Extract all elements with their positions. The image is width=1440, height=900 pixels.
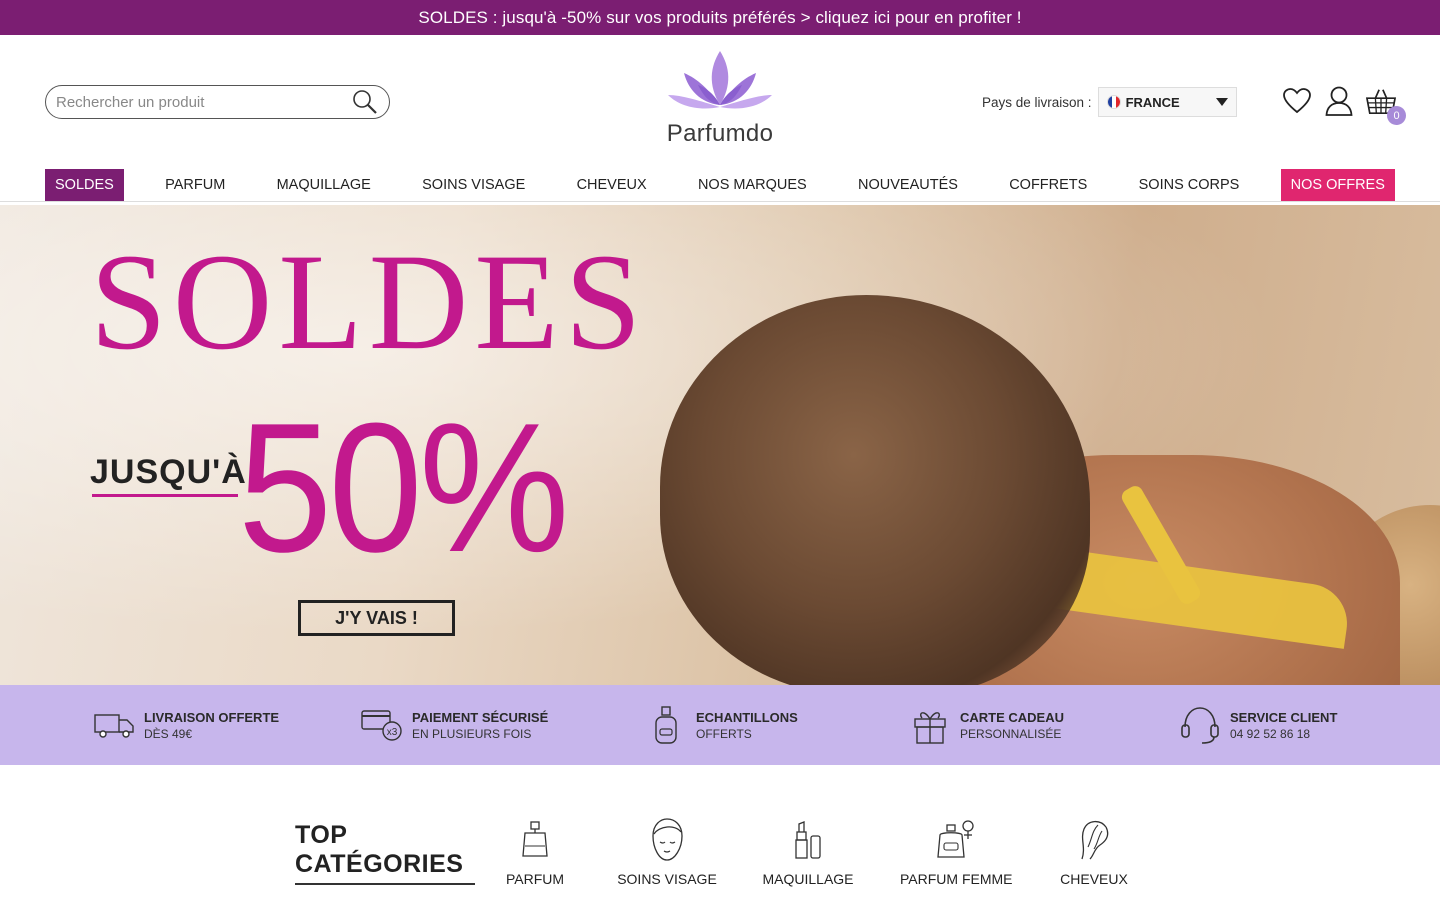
- site-logo[interactable]: Parfumdo: [650, 49, 790, 153]
- category-label: PARFUM FEMME: [900, 871, 1013, 887]
- benefit-subtitle: OFFERTS: [696, 726, 752, 741]
- category-label: MAQUILLAGE: [762, 871, 854, 887]
- benefit-title: PAIEMENT SÉCURISÉ: [412, 709, 549, 725]
- country-select[interactable]: FRANCE: [1097, 87, 1237, 117]
- headset-icon: [1178, 703, 1222, 747]
- nav-item-soins-visage[interactable]: SOINS VISAGE: [412, 169, 535, 201]
- search-box: [45, 85, 390, 119]
- benefit-subtitle: EN PLUSIEURS FOIS: [412, 726, 532, 741]
- category-label: CHEVEUX: [1060, 871, 1128, 887]
- hero-underline: [92, 494, 238, 497]
- face-care-icon: [617, 817, 717, 863]
- hero-upto-text: JUSQU'À: [90, 453, 247, 491]
- category-label: SOINS VISAGE: [617, 871, 717, 887]
- nav-item-parfum[interactable]: PARFUM: [155, 169, 235, 201]
- card-payment-icon: x3: [360, 703, 404, 747]
- category-parfum-femme[interactable]: PARFUM FEMME: [900, 817, 1013, 887]
- benefit-samples[interactable]: ECHANTILLONS OFFERTS: [644, 703, 798, 747]
- lipstick-icon: [760, 817, 856, 863]
- perfume-sample-icon: [644, 703, 688, 747]
- gift-icon: [908, 703, 952, 747]
- category-cheveux[interactable]: CHEVEUX: [1058, 817, 1130, 887]
- nav-item-cheveux[interactable]: CHEVEUX: [567, 169, 657, 201]
- nav-item-nouveautes[interactable]: NOUVEAUTÉS: [848, 169, 968, 201]
- cart-count-badge: 0: [1387, 106, 1406, 125]
- nav-item-coffrets[interactable]: COFFRETS: [999, 169, 1097, 201]
- search-input[interactable]: [56, 93, 351, 111]
- promo-text: SOLDES : jusqu'à -50% sur vos produits p…: [418, 7, 1022, 27]
- benefit-title: LIVRAISON OFFERTE: [144, 709, 280, 725]
- benefit-customer-service[interactable]: SERVICE CLIENT 04 92 52 86 18: [1178, 703, 1337, 747]
- top-categories-heading: TOP CATÉGORIES: [295, 821, 463, 879]
- category-maquillage[interactable]: MAQUILLAGE: [760, 817, 856, 887]
- account-user-icon[interactable]: [1324, 85, 1354, 117]
- category-label: PARFUM: [505, 871, 565, 887]
- top-categories-underline: [295, 883, 475, 885]
- logo-wordmark: Parfumdo: [666, 120, 774, 147]
- benefit-title: ECHANTILLONS: [696, 709, 798, 725]
- header-actions: 0: [1282, 85, 1406, 125]
- hero-banner[interactable]: SOLDES JUSQU'À 50% J'Y VAIS !: [0, 205, 1440, 685]
- category-soins-visage[interactable]: SOINS VISAGE: [617, 817, 717, 887]
- benefit-secure-payment[interactable]: x3 PAIEMENT SÉCURISÉ EN PLUSIEURS FOIS: [360, 703, 548, 747]
- country-value: FRANCE: [1125, 94, 1180, 110]
- lotus-logo-icon: [668, 51, 772, 109]
- perfume-bottle-icon: [495, 817, 575, 863]
- search-icon[interactable]: [351, 88, 379, 116]
- benefits-bar: LIVRAISON OFFERTE DÈS 49€ x3 PAIEMENT SÉ…: [0, 685, 1440, 765]
- benefit-title: SERVICE CLIENT: [1230, 709, 1338, 725]
- hero-title: SOLDES: [90, 225, 648, 378]
- shipping-country: Pays de livraison : FRANCE: [982, 87, 1237, 117]
- benefit-subtitle: DÈS 49€: [144, 726, 193, 741]
- wishlist-heart-icon[interactable]: [1282, 85, 1312, 117]
- truck-icon: [92, 703, 136, 747]
- women-perfume-icon: [900, 817, 1012, 863]
- top-categories-heading-line1: TOP: [295, 821, 348, 849]
- chevron-down-icon: [1215, 98, 1228, 106]
- nav-item-soins-corps[interactable]: SOINS CORPS: [1129, 169, 1250, 201]
- top-categories-section: TOP CATÉGORIES PARFUM SOINS VISAGE MAQUI…: [0, 765, 1440, 900]
- top-categories-heading-line2: CATÉGORIES: [295, 849, 464, 878]
- benefit-free-shipping[interactable]: LIVRAISON OFFERTE DÈS 49€: [92, 703, 279, 747]
- nav-item-nos-offres[interactable]: NOS OFFRES: [1280, 169, 1395, 201]
- hero-discount-percent: 50%: [238, 384, 569, 590]
- hero-cta-button[interactable]: J'Y VAIS !: [298, 600, 455, 636]
- nav-item-soldes[interactable]: SOLDES: [45, 169, 124, 201]
- svg-text:x3: x3: [387, 727, 398, 738]
- benefit-subtitle: PERSONNALISÉE: [960, 726, 1062, 741]
- nav-item-nos-marques[interactable]: NOS MARQUES: [688, 169, 817, 201]
- benefit-phone: 04 92 52 86 18: [1230, 726, 1311, 741]
- main-nav: SOLDES PARFUM MAQUILLAGE SOINS VISAGE CH…: [0, 169, 1440, 202]
- cart-basket-icon[interactable]: 0: [1366, 85, 1406, 125]
- nav-item-maquillage[interactable]: MAQUILLAGE: [267, 169, 381, 201]
- category-parfum[interactable]: PARFUM: [495, 817, 575, 887]
- france-flag-icon: [1106, 95, 1121, 109]
- hair-icon: [1058, 817, 1130, 863]
- site-header: Parfumdo Pays de livraison : FRANCE 0: [0, 35, 1440, 167]
- shipping-country-label: Pays de livraison :: [982, 94, 1092, 110]
- benefit-gift-card[interactable]: CARTE CADEAU PERSONNALISÉE: [908, 703, 1064, 747]
- benefit-title: CARTE CADEAU: [960, 709, 1064, 725]
- promo-banner-link[interactable]: SOLDES : jusqu'à -50% sur vos produits p…: [0, 0, 1440, 35]
